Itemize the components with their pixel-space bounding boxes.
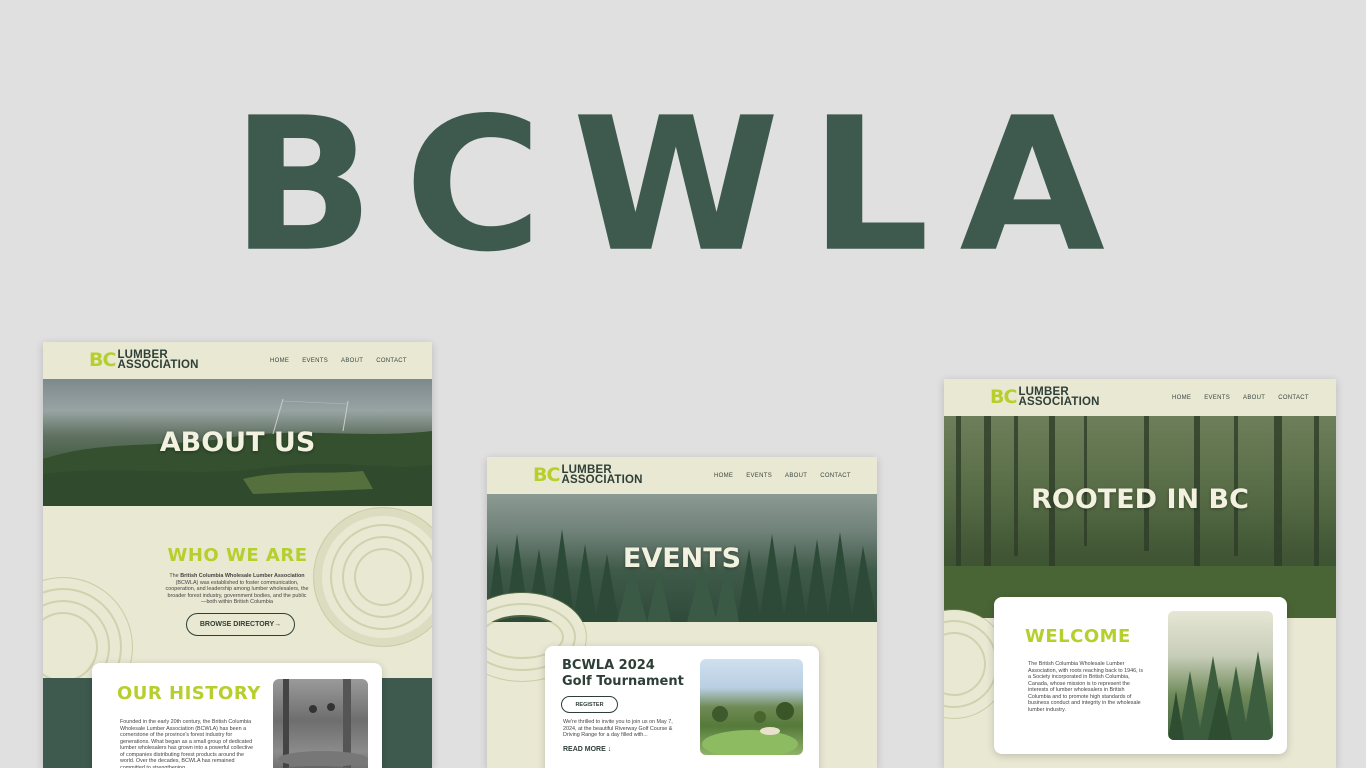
logo-line-2: ASSOCIATION	[561, 474, 643, 486]
about-banner-title: ABOUT US	[159, 427, 316, 458]
event-title-line-1: BCWLA 2024	[562, 658, 655, 673]
main-nav: HOME EVENTS ABOUT CONTACT	[270, 342, 407, 379]
site-logo[interactable]: BC LUMBER ASSOCIATION	[89, 348, 199, 371]
events-page-preview[interactable]: BC LUMBER ASSOCIATION HOME EVENTS ABOUT C…	[487, 457, 877, 768]
nav-home[interactable]: HOME	[714, 473, 733, 479]
logo-line-2: ASSOCIATION	[117, 359, 199, 371]
site-header: BC LUMBER ASSOCIATION HOME EVENTS ABOUT C…	[944, 379, 1336, 416]
history-text: Founded in the early 20th century, the B…	[120, 719, 254, 768]
who-we-are-text: The British Columbia Wholesale Lumber As…	[165, 573, 309, 606]
site-header: BC LUMBER ASSOCIATION HOME EVENTS ABOUT C…	[43, 342, 432, 379]
welcome-title: WELCOME	[1025, 626, 1131, 647]
misty-forest-photo	[1168, 611, 1273, 740]
home-banner: ROOTED IN BC	[944, 416, 1336, 618]
logo-bc-mark: BC	[990, 385, 1017, 408]
home-page-preview[interactable]: BC LUMBER ASSOCIATION HOME EVENTS ABOUT C…	[944, 379, 1336, 768]
who-text-pre: The	[169, 573, 181, 579]
logo-line-2: ASSOCIATION	[1018, 396, 1100, 408]
nav-contact[interactable]: CONTACT	[376, 358, 407, 364]
main-nav: HOME EVENTS ABOUT CONTACT	[1172, 379, 1309, 416]
logo-bc-mark: BC	[533, 463, 560, 486]
forest-trunks-image	[944, 416, 1336, 618]
nav-events[interactable]: EVENTS	[302, 358, 328, 364]
nav-about[interactable]: ABOUT	[1243, 395, 1265, 401]
golf-course-photo	[700, 659, 803, 755]
who-we-are-title: WHO WE ARE	[167, 545, 308, 566]
event-title-line-2: Golf Tournament	[562, 674, 684, 689]
hero-title: BCWLA	[231, 78, 1135, 293]
about-page-preview[interactable]: BC LUMBER ASSOCIATION HOME EVENTS ABOUT C…	[43, 342, 432, 768]
event-text: We're thrilled to invite you to join us …	[563, 719, 673, 738]
home-banner-title: ROOTED IN BC	[1031, 484, 1249, 515]
read-more-link[interactable]: READ MORE ↓	[563, 746, 611, 753]
nav-home[interactable]: HOME	[270, 358, 289, 364]
history-card: OUR HISTORY Founded in the early 20th ce…	[92, 663, 382, 768]
nav-events[interactable]: EVENTS	[1204, 395, 1230, 401]
events-banner-title: EVENTS	[622, 543, 742, 574]
site-header: BC LUMBER ASSOCIATION HOME EVENTS ABOUT C…	[487, 457, 877, 494]
main-nav: HOME EVENTS ABOUT CONTACT	[714, 457, 851, 494]
nav-about[interactable]: ABOUT	[785, 473, 807, 479]
register-button[interactable]: REGISTER	[561, 696, 618, 713]
site-logo[interactable]: BC LUMBER ASSOCIATION	[990, 385, 1100, 408]
nav-contact[interactable]: CONTACT	[820, 473, 851, 479]
nav-about[interactable]: ABOUT	[341, 358, 363, 364]
event-card: BCWLA 2024 Golf Tournament REGISTER We'r…	[545, 646, 819, 768]
site-logo[interactable]: BC LUMBER ASSOCIATION	[533, 463, 643, 486]
event-title: BCWLA 2024 Golf Tournament	[562, 658, 684, 690]
welcome-card: WELCOME The British Columbia Wholesale L…	[994, 597, 1287, 754]
tree-ring-decoration	[313, 507, 432, 647]
who-text-post: (BCWLA) was established to foster commun…	[165, 579, 309, 606]
historic-loggers-photo	[273, 679, 368, 768]
nav-home[interactable]: HOME	[1172, 395, 1191, 401]
history-title: OUR HISTORY	[117, 683, 261, 704]
logo-bc-mark: BC	[89, 348, 116, 371]
browse-directory-button[interactable]: BROWSE DIRECTORY→	[186, 613, 295, 636]
who-text-bold: British Columbia Wholesale Lumber Associ…	[180, 573, 305, 579]
welcome-text: The British Columbia Wholesale Lumber As…	[1028, 661, 1144, 713]
nav-contact[interactable]: CONTACT	[1278, 395, 1309, 401]
about-banner: ABOUT US	[43, 379, 432, 506]
nav-events[interactable]: EVENTS	[746, 473, 772, 479]
